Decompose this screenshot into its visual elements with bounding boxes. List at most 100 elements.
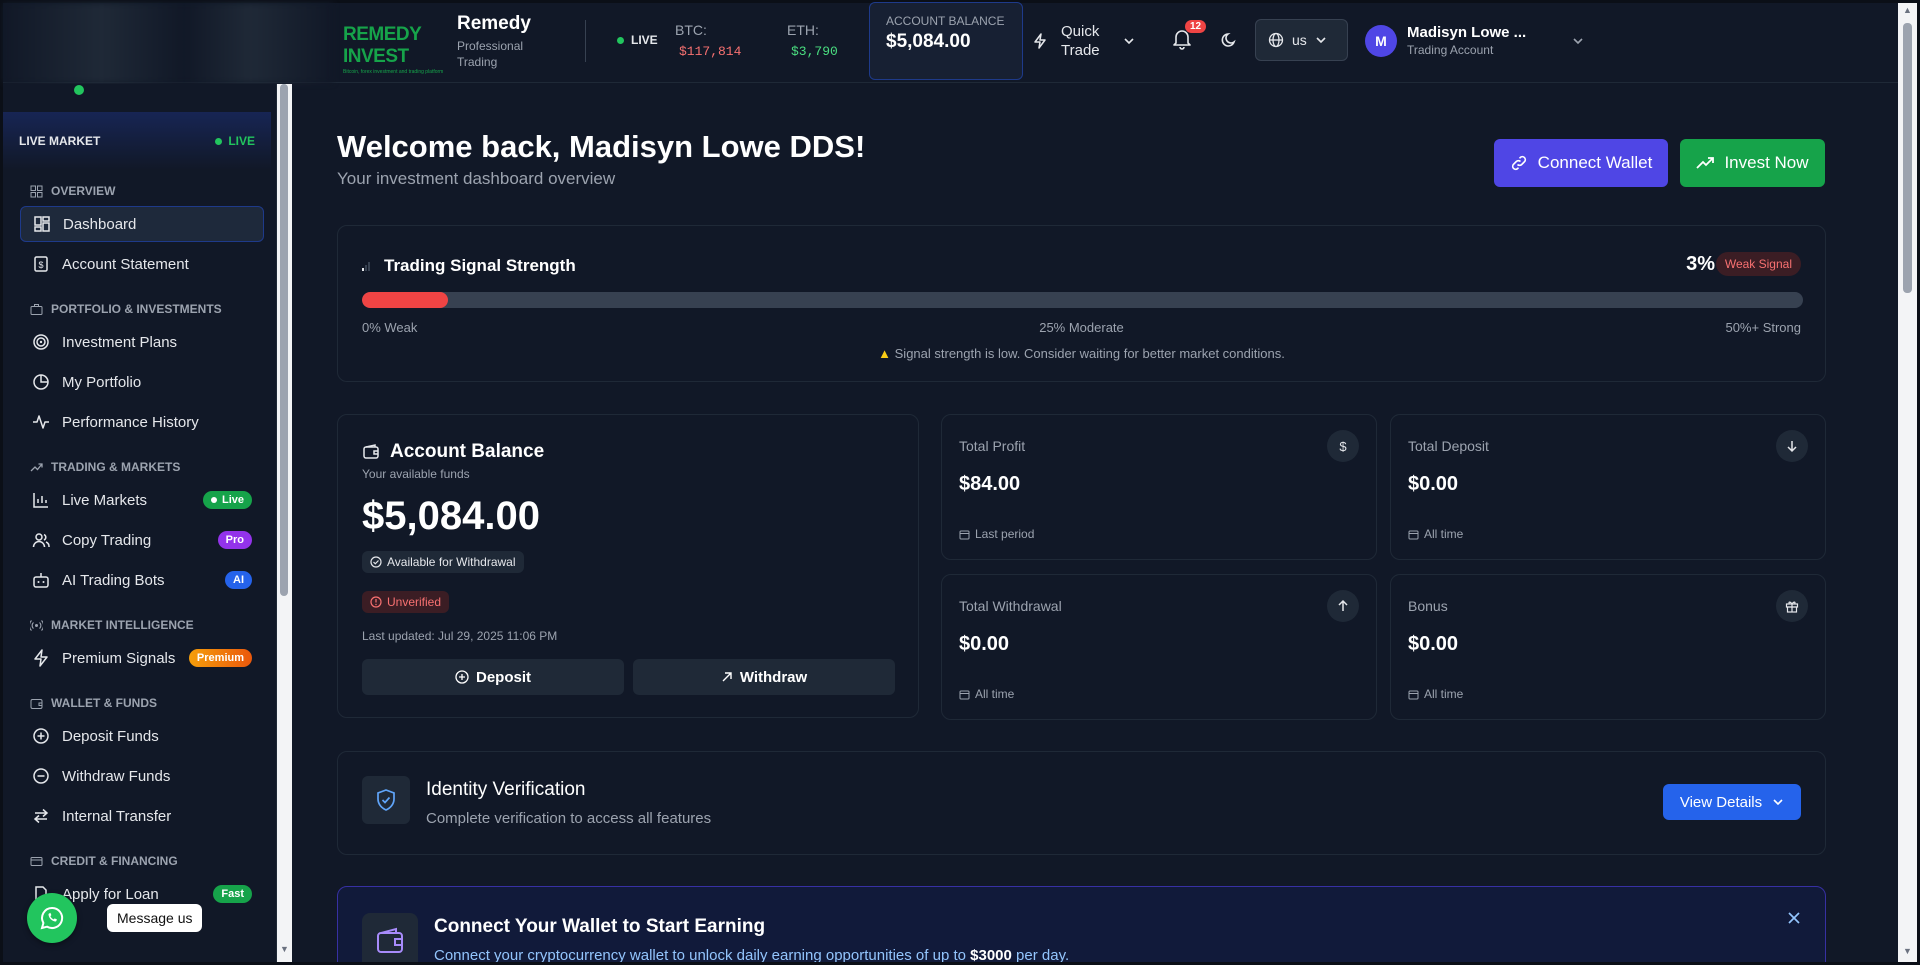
shield-check-icon (362, 776, 410, 824)
sidebar-item-label: Withdraw Funds (62, 767, 171, 785)
signal-strength-card: Trading Signal Strength 3% Weak Signal 0… (337, 225, 1826, 382)
section-wallet: WALLET & FUNDS (20, 692, 264, 714)
signal-badge: Weak Signal (1715, 252, 1801, 276)
premium-tag: Premium (188, 649, 252, 667)
close-icon[interactable] (1787, 911, 1801, 930)
sidebar-item-deposit-funds[interactable]: Deposit Funds (20, 718, 264, 754)
header-balance-label: ACCOUNT BALANCE (886, 14, 1005, 28)
identity-verification-card: Identity Verification Complete verificat… (337, 751, 1826, 855)
quick-trade-button[interactable]: Quick Trade (1033, 22, 1135, 60)
ai-tag: AI (225, 571, 252, 589)
scale-high-label: 50%+ Strong (1725, 320, 1801, 335)
credit-card-icon (30, 856, 43, 866)
sidebar-item-investment-plans[interactable]: Investment Plans (20, 324, 264, 360)
sidebar-item-my-portfolio[interactable]: My Portfolio (20, 364, 264, 400)
scroll-down-arrow-icon[interactable]: ▼ (1903, 946, 1912, 956)
blurred-region (3, 3, 333, 83)
link-icon (1511, 155, 1526, 171)
section-overview: OVERVIEW (20, 180, 264, 202)
identity-subtitle: Complete verification to access all feat… (426, 810, 712, 827)
dollar-icon: $ (1327, 430, 1359, 462)
divider (585, 20, 586, 62)
sidebar-item-ai-trading-bots[interactable]: AI Trading Bots AI (20, 562, 264, 598)
stat-label: Total Profit (959, 438, 1026, 454)
whatsapp-chat-button[interactable] (27, 893, 77, 943)
status-dot-icon (74, 85, 84, 95)
account-balance-subtitle: Your available funds (362, 467, 470, 481)
avatar: M (1365, 24, 1397, 57)
sidebar-item-withdraw-funds[interactable]: Withdraw Funds (20, 758, 264, 794)
page-title: Welcome back, Madisyn Lowe DDS! (337, 129, 866, 164)
sidebar-item-performance-history[interactable]: Performance History (20, 404, 264, 440)
btc-ticker: BTC: $117,814 (675, 22, 741, 59)
scrollbar-thumb[interactable] (1903, 23, 1912, 293)
language-selector[interactable]: us (1255, 19, 1348, 61)
brand-logo[interactable]: REMEDY INVEST Bitcoin, forex investment … (343, 24, 447, 75)
sidebar-item-label: Internal Transfer (62, 807, 172, 825)
sidebar-item-copy-trading[interactable]: Copy Trading Pro (20, 522, 264, 558)
sidebar-item-dashboard[interactable]: Dashboard (20, 206, 264, 242)
header-balance: ACCOUNT BALANCE $5,084.00 (869, 2, 1023, 80)
sidebar-item-label: Dashboard (63, 215, 137, 233)
sidebar-item-label: Investment Plans (62, 333, 178, 351)
user-role: Trading Account (1407, 43, 1494, 57)
scrollbar-thumb[interactable] (280, 84, 288, 596)
live-market-status: LIVE (215, 134, 255, 148)
plus-circle-icon (455, 670, 469, 684)
dark-mode-toggle-icon[interactable] (1220, 31, 1238, 54)
sidebar-item-internal-transfer[interactable]: Internal Transfer (20, 798, 264, 834)
signal-percent: 3% (1686, 253, 1715, 275)
section-label: OVERVIEW (51, 184, 116, 198)
arrow-up-right-icon (722, 672, 732, 682)
logo-tagline: Bitcoin, forex investment and trading pl… (343, 69, 444, 75)
live-label: LIVE (631, 33, 658, 47)
available-label: Available for Withdrawal (387, 555, 516, 569)
connect-wallet-button[interactable]: Connect Wallet (1494, 139, 1668, 187)
deposit-button[interactable]: Deposit (362, 659, 624, 695)
brand: Remedy Professional Trading (457, 13, 547, 70)
stat-foot: All time (1408, 687, 1463, 701)
live-indicator: LIVE (617, 33, 658, 47)
invest-now-button[interactable]: Invest Now (1680, 139, 1825, 187)
page-scrollbar[interactable] (1898, 3, 1917, 962)
stat-foot: All time (1408, 527, 1463, 541)
gift-icon (1776, 590, 1808, 622)
wallet-banner-amount: $3000 (970, 947, 1012, 962)
chat-label[interactable]: Message us (107, 904, 203, 932)
sidebar-item-label: Copy Trading (62, 531, 152, 549)
fast-tag: Fast (213, 885, 252, 903)
scroll-up-arrow-icon[interactable]: ▲ (1903, 5, 1912, 15)
wallet-banner-text-before: Connect your cryptocurrency wallet to un… (434, 947, 966, 962)
logo-text: REMEDY INVEST (343, 24, 421, 67)
warning-icon: ▲ (878, 346, 892, 361)
statement-icon: $ (34, 256, 48, 272)
pie-chart-icon (33, 374, 49, 390)
total-withdrawal-card: Total Withdrawal $0.00 All time (941, 574, 1377, 720)
wallet-icon (362, 913, 418, 962)
header-balance-value: $5,084.00 (886, 31, 971, 52)
sidebar-item-live-markets[interactable]: Live Markets Live (20, 482, 264, 518)
signal-warning-text: Signal strength is low. Consider waiting… (894, 346, 1285, 361)
withdraw-button[interactable]: Withdraw (633, 659, 895, 695)
eth-value: $3,790 (791, 44, 838, 59)
scroll-down-arrow-icon[interactable]: ▼ (280, 944, 289, 954)
sidebar-item-account-statement[interactable]: $ Account Statement (20, 246, 264, 282)
lightning-icon (34, 649, 48, 667)
notification-count-badge: 12 (1185, 20, 1207, 33)
sidebar-item-label: My Portfolio (62, 373, 142, 391)
sidebar-item-premium-signals[interactable]: Premium Signals Premium (20, 640, 264, 676)
language-value: us (1292, 32, 1307, 48)
calendar-icon (959, 690, 970, 699)
last-updated: Last updated: Jul 29, 2025 11:06 PM (362, 629, 558, 643)
sidebar-scrollbar[interactable] (277, 84, 292, 962)
account-balance-card: Account Balance Your available funds $5,… (337, 414, 919, 718)
user-menu[interactable]: M Madisyn Lowe ... Trading Account (1365, 24, 1584, 57)
stat-foot-label: All time (975, 687, 1015, 701)
wallet-banner-text-after: per day. (1016, 947, 1070, 962)
live-dot-icon (215, 137, 223, 145)
view-details-button[interactable]: View Details (1663, 784, 1801, 820)
stat-foot-label: Last period (975, 527, 1035, 541)
stat-foot-label: All time (1424, 527, 1464, 541)
btc-value: $117,814 (679, 44, 742, 59)
stat-label: Total Withdrawal (959, 598, 1062, 614)
